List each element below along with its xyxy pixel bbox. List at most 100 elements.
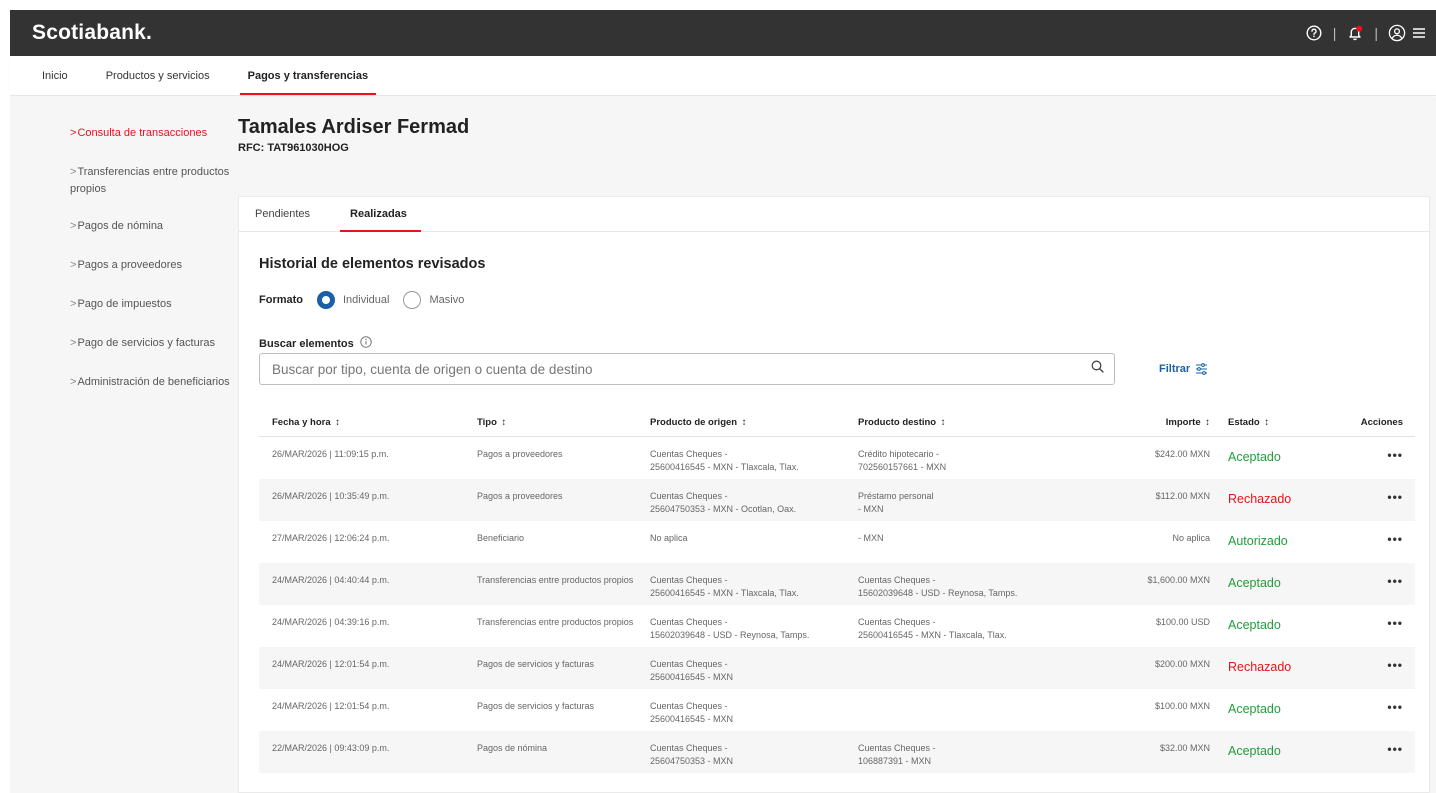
menu-icon[interactable]	[1410, 24, 1428, 42]
cell-fecha: 26/MAR/2026 | 11:09:15 p.m.	[272, 449, 389, 459]
help-icon[interactable]	[1305, 24, 1323, 42]
cell-importe: $112.00 MXN	[1155, 491, 1210, 501]
top-bar: Scotiabank. | |	[10, 10, 1436, 56]
cell-fecha: 24/MAR/2026 | 12:01:54 p.m.	[272, 659, 390, 669]
search-input[interactable]	[272, 361, 1072, 377]
col-origen-header[interactable]: Producto de origen ↕	[650, 417, 858, 428]
chevron-right-icon: >	[70, 259, 77, 271]
sidebar-item-label: Consulta de transacciones	[77, 127, 208, 139]
notification-bell-icon[interactable]	[1346, 24, 1364, 42]
cell-tipo: Beneficiario	[477, 533, 525, 543]
table-row[interactable]: 26/MAR/2026 | 11:09:15 p.m. Pagos a prove…	[259, 437, 1415, 479]
radio-masivo-label[interactable]: Masivo	[429, 294, 464, 306]
history-title: Historial de elementos revisados	[259, 256, 486, 272]
cell-origen: Cuentas Cheques -25600416545 - MXN	[650, 701, 734, 724]
client-rfc: RFC: TAT961030HOG	[238, 142, 349, 154]
more-actions-icon[interactable]: •••	[1345, 658, 1415, 689]
more-actions-icon[interactable]: •••	[1345, 700, 1415, 731]
radio-individual[interactable]	[317, 291, 335, 309]
format-label: Formato	[259, 294, 303, 306]
cell-destino: Préstamo personal - MXN	[858, 491, 934, 514]
sort-icon[interactable]: ↕	[1264, 417, 1269, 428]
cell-fecha: 22/MAR/2026 | 09:43:09 p.m.	[272, 743, 390, 753]
more-actions-icon[interactable]: •••	[1345, 490, 1415, 521]
table-row[interactable]: 24/MAR/2026 | 12:01:54 p.m. Pagos de serv…	[259, 647, 1415, 689]
sort-icon[interactable]: ↕	[335, 417, 340, 428]
more-actions-icon[interactable]: •••	[1345, 532, 1415, 563]
cell-fecha: 24/MAR/2026 | 04:39:16 p.m.	[272, 617, 390, 627]
sidebar-item-consulta-transacciones[interactable]: >Consulta de transacciones	[70, 125, 235, 142]
top-icons: | |	[1305, 24, 1436, 42]
sidebar-item-pagos-nomina[interactable]: >Pagos de nómina	[70, 218, 235, 235]
cell-tipo: Pagos a proveedores	[477, 491, 563, 501]
tab-pendientes[interactable]: Pendientes	[255, 197, 310, 231]
scotiabank-logo[interactable]: Scotiabank.	[32, 21, 152, 45]
cell-origen: Cuentas Cheques -15602039648 - USD - Rey…	[650, 617, 810, 640]
cell-destino	[858, 658, 1098, 689]
sidebar-item-pago-servicios[interactable]: >Pago de servicios y facturas	[70, 335, 235, 352]
cell-estado-badge: Aceptado	[1228, 702, 1281, 716]
sidebar-item-pago-impuestos[interactable]: >Pago de impuestos	[70, 296, 235, 313]
table-row[interactable]: 22/MAR/2026 | 09:43:09 p.m. Pagos de nómi…	[259, 731, 1415, 773]
col-estado-header[interactable]: Estado ↕	[1220, 417, 1345, 428]
filter-label: Filtrar	[1159, 363, 1191, 375]
cell-origen: Cuentas Cheques -25604750353 - MXN	[650, 743, 734, 766]
cell-estado-badge: Rechazado	[1228, 492, 1292, 506]
table-row[interactable]: 24/MAR/2026 | 04:40:44 p.m. Transferencia…	[259, 563, 1415, 605]
search-label: Buscar elementos	[259, 337, 354, 350]
sidebar-item-transferencias[interactable]: >Transferencias entre productos propios	[70, 164, 235, 198]
divider: |	[1332, 25, 1337, 41]
sidebar-item-label: Pago de servicios y facturas	[77, 337, 216, 349]
cell-estado-badge: Aceptado	[1228, 618, 1281, 632]
cell-destino	[858, 700, 1098, 731]
more-actions-icon[interactable]: •••	[1345, 448, 1415, 479]
sort-icon[interactable]: ↕	[941, 417, 946, 428]
nav-productos-servicios[interactable]: Productos y servicios	[106, 56, 210, 95]
more-actions-icon[interactable]: •••	[1345, 742, 1415, 773]
client-name: Tamales Ardiser Fermad	[238, 116, 470, 138]
sidebar-item-label: Pago de impuestos	[77, 298, 172, 310]
col-tipo-header[interactable]: Tipo ↕	[477, 417, 650, 428]
chevron-right-icon: >	[70, 127, 77, 139]
radio-masivo[interactable]	[403, 291, 422, 309]
sort-icon[interactable]: ↕	[1205, 417, 1210, 428]
sort-icon[interactable]: ↕	[502, 417, 507, 428]
main-nav: Inicio Productos y servicios Pagos y tra…	[10, 56, 1436, 96]
col-destino-header[interactable]: Producto destino ↕	[858, 417, 1098, 428]
col-importe-header[interactable]: Importe ↕	[1098, 417, 1220, 428]
cell-fecha: 27/MAR/2026 | 12:06:24 p.m.	[272, 533, 390, 543]
info-icon[interactable]	[360, 336, 372, 351]
radio-individual-label[interactable]: Individual	[343, 294, 389, 306]
table-row[interactable]: 26/MAR/2026 | 10:35:49 p.m. Pagos a prove…	[259, 479, 1415, 521]
search-icon[interactable]	[1091, 360, 1104, 378]
table-row[interactable]: 27/MAR/2026 | 12:06:24 p.m. Beneficiario N…	[259, 521, 1415, 563]
cell-importe: $32.00 MXN	[1159, 743, 1210, 753]
cell-origen: No aplica	[650, 533, 688, 543]
col-fecha-header[interactable]: Fecha y hora ↕	[259, 417, 477, 428]
chevron-right-icon: >	[70, 220, 77, 232]
nav-pagos-transferencias[interactable]: Pagos y transferencias	[239, 56, 377, 95]
cell-destino: Crédito hipotecario -702560157661 - MXN	[858, 449, 947, 472]
transactions-card: Pendientes Realizadas Historial de eleme…	[238, 196, 1430, 793]
nav-inicio[interactable]: Inicio	[42, 56, 68, 95]
table-row[interactable]: 24/MAR/2026 | 04:39:16 p.m. Transferencia…	[259, 605, 1415, 647]
cell-destino: Cuentas Cheques -106887391 - MXN	[858, 743, 936, 766]
sort-icon[interactable]: ↕	[742, 417, 747, 428]
sidebar-item-administracion-beneficiarios[interactable]: >Administración de beneficiarios	[70, 374, 235, 391]
filter-button[interactable]: Filtrar	[1159, 363, 1208, 375]
more-actions-icon[interactable]: •••	[1345, 616, 1415, 647]
cell-tipo: Transferencias entre productos propios	[477, 617, 634, 627]
chevron-right-icon: >	[70, 376, 77, 388]
cell-fecha: 26/MAR/2026 | 10:35:49 p.m.	[272, 491, 390, 501]
more-actions-icon[interactable]: •••	[1345, 574, 1415, 605]
cell-fecha: 24/MAR/2026 | 12:01:54 p.m.	[272, 701, 390, 711]
tab-realizadas[interactable]: Realizadas	[340, 197, 421, 232]
cell-estado-badge: Aceptado	[1228, 576, 1281, 590]
cell-importe: No aplica	[1172, 533, 1210, 543]
cell-destino: Cuentas Cheques -25600416545 - MXN - Tla…	[858, 617, 1007, 640]
sidebar-item-label: Pagos de nómina	[77, 220, 164, 232]
user-icon[interactable]	[1388, 24, 1406, 42]
table-row[interactable]: 24/MAR/2026 | 12:01:54 p.m. Pagos de serv…	[259, 689, 1415, 731]
format-selector: Formato Individual Masivo	[259, 291, 478, 309]
sidebar-item-pagos-proveedores[interactable]: >Pagos a proveedores	[70, 257, 235, 274]
